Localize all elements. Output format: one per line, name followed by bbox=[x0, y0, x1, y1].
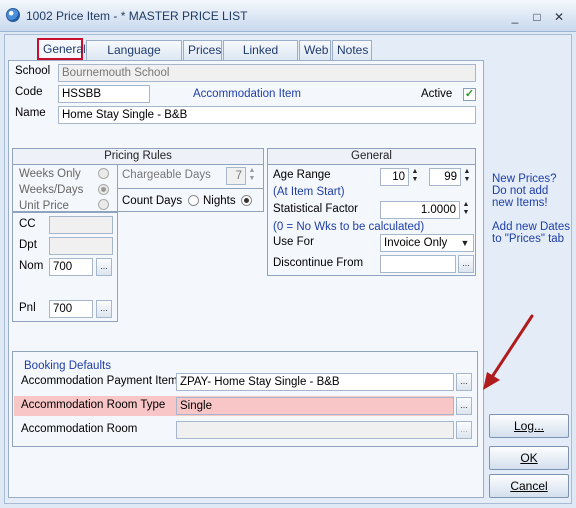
tab-prices[interactable]: Prices bbox=[183, 40, 222, 60]
pnl-field[interactable]: 700 bbox=[49, 300, 93, 318]
name-field[interactable]: Home Stay Single - B&B bbox=[58, 106, 476, 124]
nights-label: Nights bbox=[203, 195, 236, 207]
weeks-only-label: Weeks Only bbox=[19, 168, 81, 180]
pnl-label: Pnl bbox=[19, 302, 36, 314]
add-dates-note: Add new Dates to "Prices" tab bbox=[492, 221, 570, 245]
use-for-value: Invoice Only bbox=[384, 237, 448, 249]
school-field[interactable]: Bournemouth School bbox=[58, 64, 476, 82]
dpt-label: Dpt bbox=[19, 239, 37, 251]
tab-general[interactable]: General bbox=[37, 38, 86, 60]
chargeable-days-field[interactable]: 7 bbox=[226, 167, 246, 185]
age-from-field[interactable]: 10 bbox=[380, 168, 409, 186]
name-label: Name bbox=[15, 107, 46, 119]
minimize-icon[interactable]: _ bbox=[508, 10, 522, 24]
age-to-spinner[interactable]: ▲ ▼ bbox=[462, 168, 472, 186]
maximize-icon[interactable]: □ bbox=[530, 10, 544, 24]
nom-field[interactable]: 700 bbox=[49, 258, 93, 276]
weeks-days-radio[interactable] bbox=[98, 184, 109, 195]
nom-label: Nom bbox=[19, 260, 44, 272]
tab-notes[interactable]: Notes bbox=[332, 40, 372, 60]
stat-factor-field[interactable]: 1.0000 bbox=[380, 201, 460, 219]
code-field[interactable]: HSSBB bbox=[58, 85, 150, 103]
room-type-lookup-button[interactable]: ... bbox=[456, 397, 472, 415]
close-icon[interactable]: ✕ bbox=[552, 10, 566, 24]
title-bar: 1002 Price Item - * MASTER PRICE LIST _ … bbox=[0, 0, 576, 32]
active-label: Active bbox=[421, 88, 453, 100]
tab-linked-items[interactable]: Linked Items bbox=[223, 40, 298, 75]
discontinue-label: Discontinue From bbox=[273, 257, 364, 269]
item-type-text: Accommodation Item bbox=[193, 88, 302, 100]
new-prices-note: New Prices? Do not add new Items! bbox=[492, 173, 557, 209]
pnl-lookup-button[interactable]: ... bbox=[96, 300, 112, 318]
app-icon bbox=[6, 8, 20, 22]
checkmark-icon: ✓ bbox=[464, 88, 475, 100]
age-note: (At Item Start) bbox=[273, 186, 345, 198]
general-group-title: General bbox=[268, 149, 475, 165]
calendar-lookup-button[interactable]: ... bbox=[458, 255, 474, 273]
age-range-label: Age Range bbox=[273, 169, 331, 181]
cc-field[interactable] bbox=[49, 216, 113, 234]
room-label: Accommodation Room bbox=[21, 423, 138, 435]
cc-label: CC bbox=[19, 218, 36, 230]
payment-item-field[interactable]: ZPAY- Home Stay Single - B&B bbox=[176, 373, 454, 391]
log-button[interactable]: Log... bbox=[489, 414, 569, 438]
chargeable-days-label: Chargeable Days bbox=[122, 169, 211, 181]
age-to-field[interactable]: 99 bbox=[429, 168, 461, 186]
room-field[interactable] bbox=[176, 421, 454, 439]
tab-language-names[interactable]: Language Names bbox=[86, 40, 182, 75]
unit-price-radio[interactable] bbox=[98, 199, 109, 210]
age-from-spinner[interactable]: ▲ ▼ bbox=[410, 168, 420, 186]
school-label: School bbox=[15, 65, 51, 77]
nights-radio[interactable] bbox=[241, 195, 252, 206]
code-label: Code bbox=[15, 86, 43, 98]
booking-defaults-title: Booking Defaults bbox=[24, 360, 111, 372]
chevron-down-icon[interactable]: ▼ bbox=[458, 235, 472, 251]
pricing-rules-title: Pricing Rules bbox=[13, 149, 263, 165]
nom-lookup-button[interactable]: ... bbox=[96, 258, 112, 276]
stat-factor-spinner[interactable]: ▲ ▼ bbox=[461, 201, 471, 219]
unit-price-label: Unit Price bbox=[19, 200, 69, 212]
room-lookup-button[interactable]: ... bbox=[456, 421, 472, 439]
pricing-divider-h bbox=[117, 188, 264, 189]
tab-web[interactable]: Web bbox=[299, 40, 331, 60]
payment-item-lookup-button[interactable]: ... bbox=[456, 373, 472, 391]
room-type-field[interactable]: Single bbox=[176, 397, 454, 415]
window-title: 1002 Price Item - * MASTER PRICE LIST bbox=[26, 9, 248, 23]
count-days-radio[interactable] bbox=[188, 195, 199, 206]
cancel-button[interactable]: Cancel bbox=[489, 474, 569, 498]
annotation-arrow-icon bbox=[483, 314, 534, 390]
use-for-label: Use For bbox=[273, 236, 314, 248]
weeks-only-radio[interactable] bbox=[98, 168, 109, 179]
count-days-label: Count Days bbox=[122, 195, 183, 207]
room-type-label: Accommodation Room Type bbox=[21, 399, 166, 411]
chargeable-days-spinner[interactable]: ▲ ▼ bbox=[247, 167, 257, 185]
payment-item-label: Accommodation Payment Item bbox=[21, 375, 178, 387]
discontinue-field[interactable] bbox=[380, 255, 456, 273]
stat-note: (0 = No Wks to be calculated) bbox=[273, 221, 425, 233]
stat-factor-label: Statistical Factor bbox=[273, 203, 358, 215]
active-checkbox[interactable]: ✓ bbox=[463, 88, 476, 101]
ok-button[interactable]: OK bbox=[489, 446, 569, 470]
dpt-field[interactable] bbox=[49, 237, 113, 255]
weeks-days-label: Weeks/Days bbox=[19, 184, 84, 196]
